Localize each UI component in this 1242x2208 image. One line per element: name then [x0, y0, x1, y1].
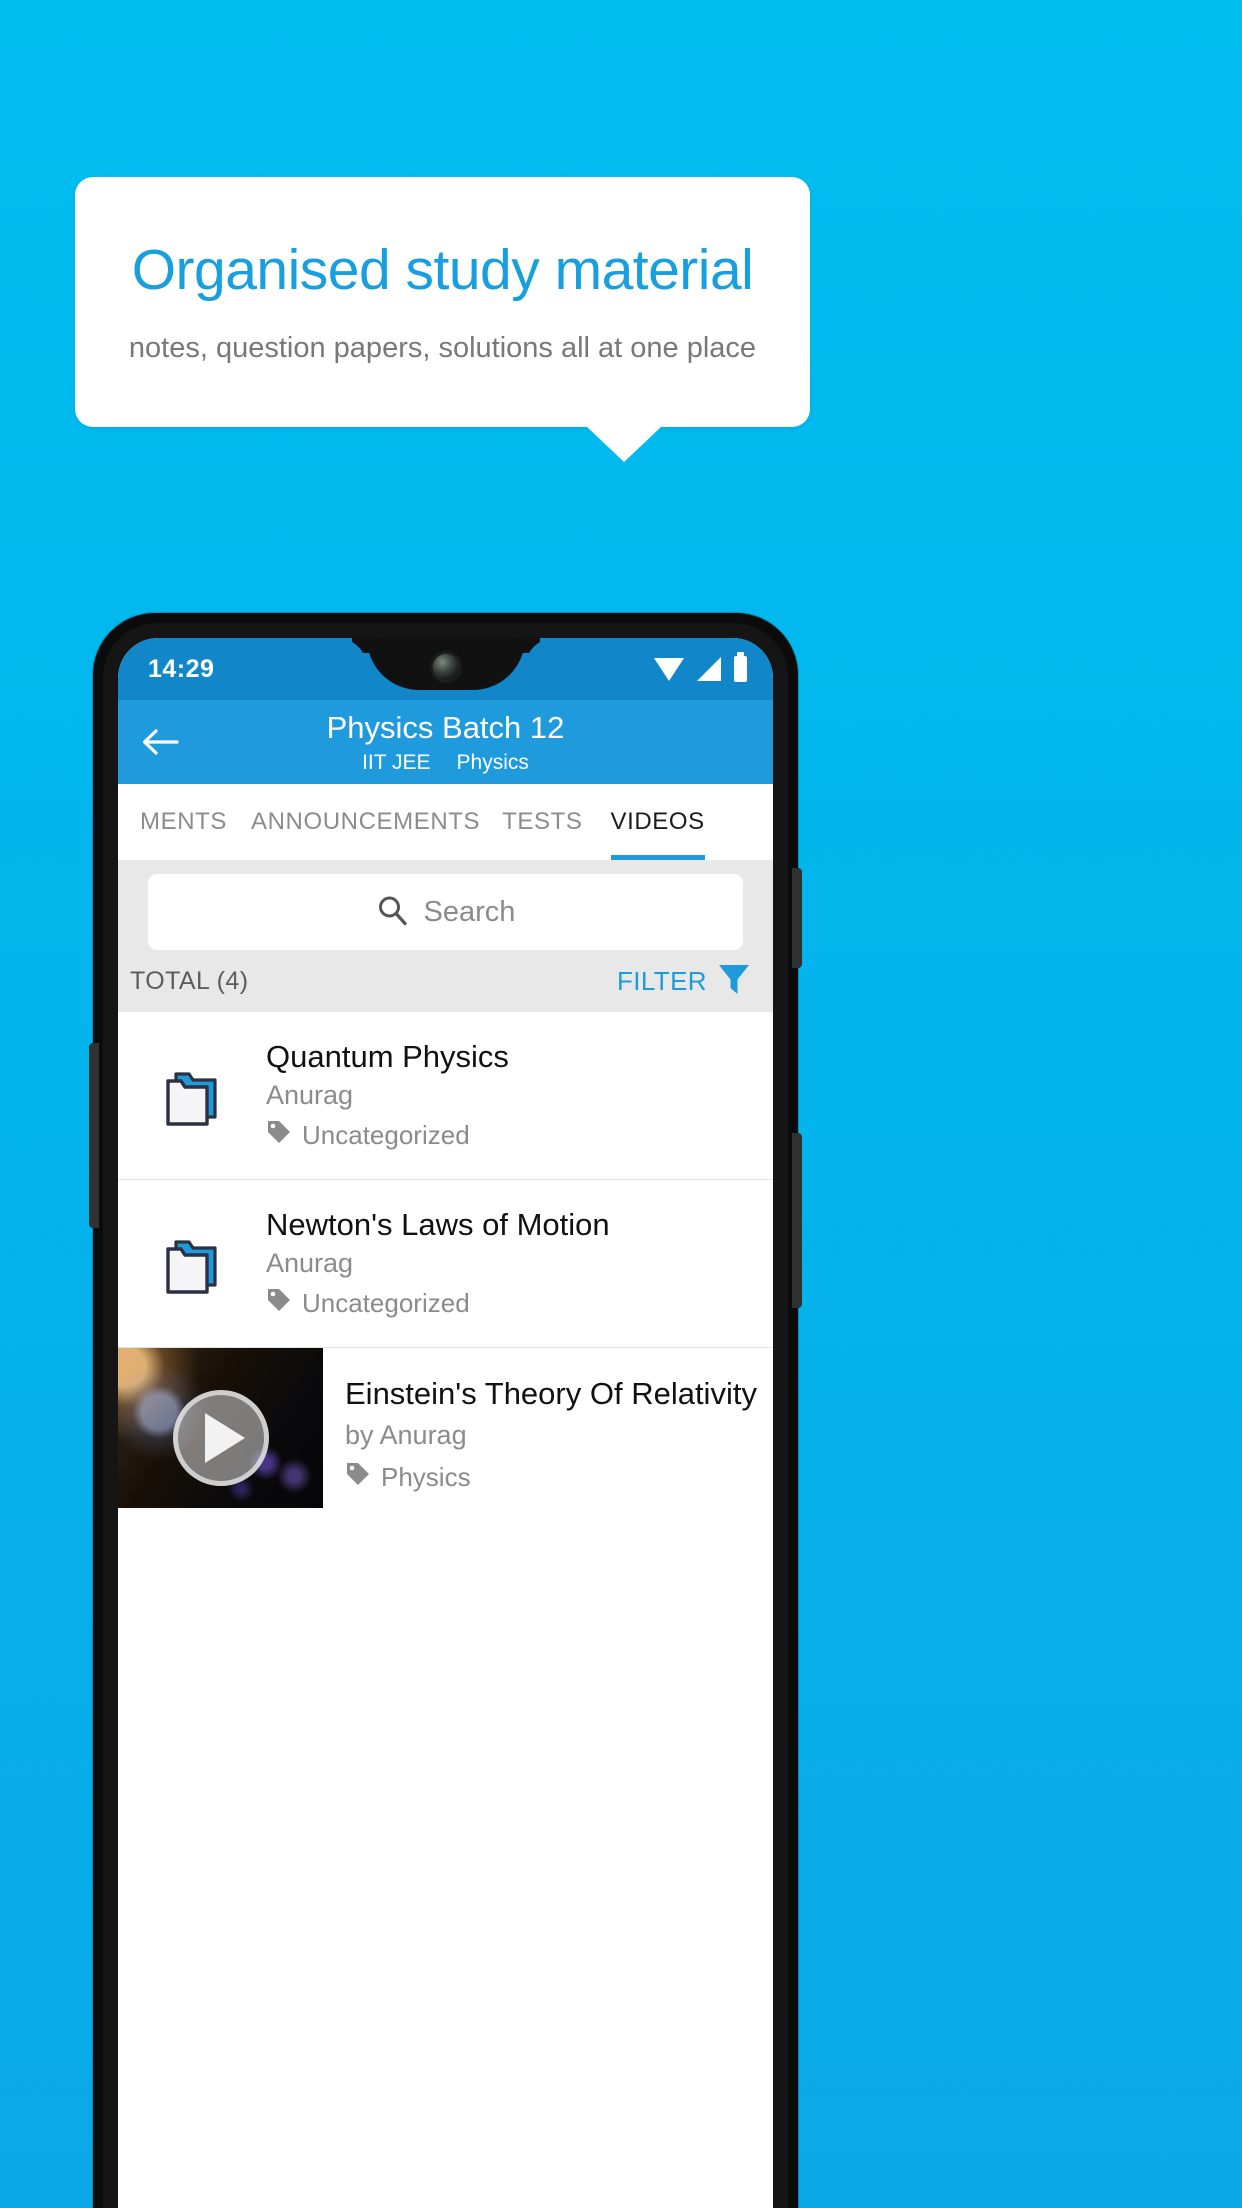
list-item-text: Newton's Laws of Motion Anurag Uncategor…	[266, 1207, 773, 1321]
phone-power-button	[792, 868, 802, 968]
content-list: Quantum Physics Anurag Uncategorized New…	[118, 1012, 773, 1508]
phone-notch	[366, 638, 525, 690]
wifi-icon	[654, 657, 684, 681]
phone-mockup: 14:29 Physics Batch 12 IIT JEE Physics M…	[89, 613, 802, 2208]
tab-tests[interactable]: TESTS	[502, 784, 610, 860]
list-item-author: by Anurag	[345, 1420, 467, 1450]
search-input[interactable]: Search	[148, 874, 743, 950]
app-bar-subtitle: IIT JEE Physics	[362, 751, 529, 775]
status-bar: 14:29	[118, 638, 773, 700]
tag-icon	[266, 1119, 292, 1152]
list-item-tag: Uncategorized	[266, 1119, 763, 1152]
list-item-title: Quantum Physics	[266, 1038, 509, 1074]
promo-card: Organised study material notes, question…	[75, 177, 810, 427]
list-header: TOTAL (4) FILTER	[118, 950, 773, 1012]
folder-icon	[118, 1229, 266, 1299]
tab-announcements[interactable]: ANNOUNCEMENTS	[251, 784, 502, 860]
page-title: Organised study material	[131, 238, 754, 303]
list-item-author: Anurag	[266, 1080, 354, 1111]
speech-bubble-tail	[586, 426, 662, 462]
page-subtitle: notes, question papers, solutions all at…	[128, 331, 757, 364]
total-count-label: TOTAL (4)	[130, 966, 249, 995]
video-thumbnail	[118, 1348, 323, 1508]
list-item[interactable]: Newton's Laws of Motion Anurag Uncategor…	[118, 1180, 773, 1348]
list-item-author: Anurag	[266, 1248, 354, 1279]
search-placeholder: Search	[423, 895, 516, 928]
phone-volume-button	[89, 1043, 99, 1228]
list-item-tag-label: Physics	[381, 1462, 471, 1492]
filter-button[interactable]: FILTER	[617, 961, 751, 1002]
status-icon-group	[654, 652, 747, 682]
tab-assignments[interactable]: MENTS	[118, 784, 251, 860]
folder-icon	[118, 1061, 266, 1131]
phone-side-button	[792, 1133, 802, 1308]
search-section: Search	[118, 860, 773, 950]
app-bar-subject: Physics	[456, 750, 529, 774]
list-item-title: Newton's Laws of Motion	[266, 1206, 610, 1242]
list-item-text: Einstein's Theory Of Relativity by Anura…	[323, 1348, 773, 1508]
list-item-tag-label: Uncategorized	[302, 1120, 470, 1151]
search-icon	[376, 894, 408, 931]
tab-bar: MENTS ANNOUNCEMENTS TESTS VIDEOS	[118, 784, 773, 860]
front-camera-icon	[432, 654, 459, 680]
app-bar: Physics Batch 12 IIT JEE Physics	[118, 700, 773, 784]
tab-videos[interactable]: VIDEOS	[610, 784, 723, 860]
battery-icon	[734, 652, 747, 682]
list-item-text: Quantum Physics Anurag Uncategorized	[266, 1039, 773, 1153]
list-item-tag: Uncategorized	[266, 1287, 763, 1320]
list-item[interactable]: Einstein's Theory Of Relativity by Anura…	[118, 1348, 773, 1508]
app-bar-exam: IIT JEE	[362, 750, 431, 774]
signal-icon	[697, 657, 721, 681]
filter-funnel-icon	[717, 961, 751, 1002]
tag-icon	[345, 1461, 371, 1494]
back-arrow-icon[interactable]	[140, 722, 180, 762]
play-icon[interactable]	[172, 1389, 269, 1486]
list-item-title: Einstein's Theory Of Relativity	[345, 1376, 757, 1411]
play-triangle	[204, 1412, 245, 1463]
filter-label: FILTER	[616, 965, 707, 996]
status-time: 14:29	[148, 654, 215, 683]
app-bar-title: Physics Batch 12	[326, 709, 565, 745]
tag-icon	[266, 1287, 292, 1320]
list-item-tag: Physics	[345, 1461, 763, 1494]
list-item-tag-label: Uncategorized	[302, 1288, 470, 1319]
phone-screen: 14:29 Physics Batch 12 IIT JEE Physics M…	[118, 638, 773, 2208]
list-item[interactable]: Quantum Physics Anurag Uncategorized	[118, 1012, 773, 1180]
